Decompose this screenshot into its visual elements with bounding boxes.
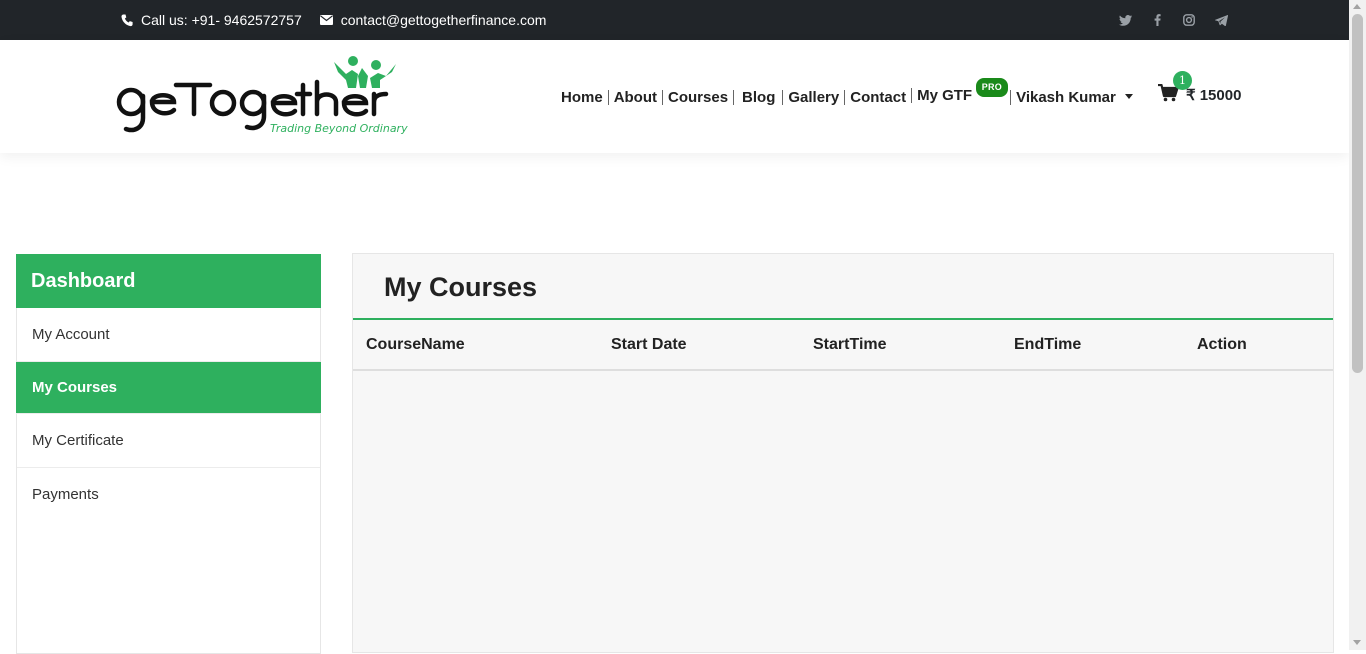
page-title: My Courses <box>353 254 1333 320</box>
column-header-endtime: EndTime <box>1014 320 1197 371</box>
cart-amount: ₹ 15000 <box>1186 87 1242 104</box>
logo-tagline: Trading Beyond Ordinary <box>270 122 408 135</box>
phone-text: Call us: +91- 9462572757 <box>141 12 302 28</box>
user-name: Vikash Kumar <box>1016 88 1116 106</box>
nav-blog[interactable]: Blog <box>733 89 782 105</box>
phone-icon <box>120 13 134 27</box>
contact-info: Call us: +91- 9462572757 contact@gettoge… <box>120 0 564 40</box>
nav-about[interactable]: About <box>607 89 662 105</box>
column-header-start-date: Start Date <box>611 320 813 371</box>
nav-home[interactable]: Home <box>556 90 608 105</box>
twitter-icon[interactable] <box>1116 11 1134 29</box>
courses-panel: My Courses CourseName Start Date StartTi… <box>352 253 1334 653</box>
sidebar-item-my-certificate[interactable]: My Certificate <box>17 414 320 468</box>
nav-contact[interactable]: Contact <box>844 89 911 105</box>
sidebar-item-payments[interactable]: Payments <box>17 468 320 522</box>
email-text: contact@gettogetherfinance.com <box>340 12 547 28</box>
gettogether-logo[interactable]: Trading Beyond Ordinary <box>112 52 408 144</box>
dashboard-sidebar: Dashboard My Account My Courses My Certi… <box>16 254 321 654</box>
email-contact[interactable]: contact@gettogetherfinance.com <box>320 12 547 28</box>
page-scrollbar[interactable] <box>1349 0 1366 650</box>
site-header: Trading Beyond Ordinary Home About Cours… <box>0 40 1349 153</box>
sidebar-item-my-courses[interactable]: My Courses <box>16 362 321 414</box>
scroll-up-arrow-icon[interactable] <box>1353 4 1361 9</box>
telegram-icon[interactable] <box>1212 11 1230 29</box>
phone-contact[interactable]: Call us: +91- 9462572757 <box>120 12 302 28</box>
courses-table: CourseName Start Date StartTime EndTime … <box>353 320 1333 371</box>
column-header-starttime: StartTime <box>813 320 1014 371</box>
cart-count-badge: 1 <box>1173 71 1192 90</box>
column-header-coursename: CourseName <box>353 320 611 371</box>
sidebar-title: Dashboard <box>16 254 321 308</box>
nav-gallery[interactable]: Gallery <box>782 89 844 105</box>
nav-my-gtf-label: My GTF <box>917 87 973 104</box>
nav-my-gtf[interactable]: My GTF PRO <box>911 78 1010 104</box>
column-header-action: Action <box>1197 320 1333 371</box>
pro-badge: PRO <box>975 78 1009 97</box>
table-header-row: CourseName Start Date StartTime EndTime … <box>353 320 1333 371</box>
envelope-icon <box>320 13 334 27</box>
top-bar: Call us: +91- 9462572757 contact@gettoge… <box>0 0 1366 40</box>
social-links <box>1116 11 1244 29</box>
main-nav: Home About Courses Blog Gallery Contact … <box>556 78 1138 110</box>
facebook-icon[interactable] <box>1148 11 1166 29</box>
cart-button[interactable]: 1 ₹ 15000 <box>1158 71 1242 106</box>
sidebar-item-my-account[interactable]: My Account <box>17 308 320 362</box>
user-menu[interactable]: Vikash Kumar <box>1010 88 1138 106</box>
scrollbar-thumb[interactable] <box>1352 14 1363 373</box>
nav-courses[interactable]: Courses <box>662 89 733 105</box>
scroll-down-arrow-icon[interactable] <box>1353 640 1361 645</box>
chevron-down-icon <box>1124 93 1133 99</box>
instagram-icon[interactable] <box>1180 11 1198 29</box>
